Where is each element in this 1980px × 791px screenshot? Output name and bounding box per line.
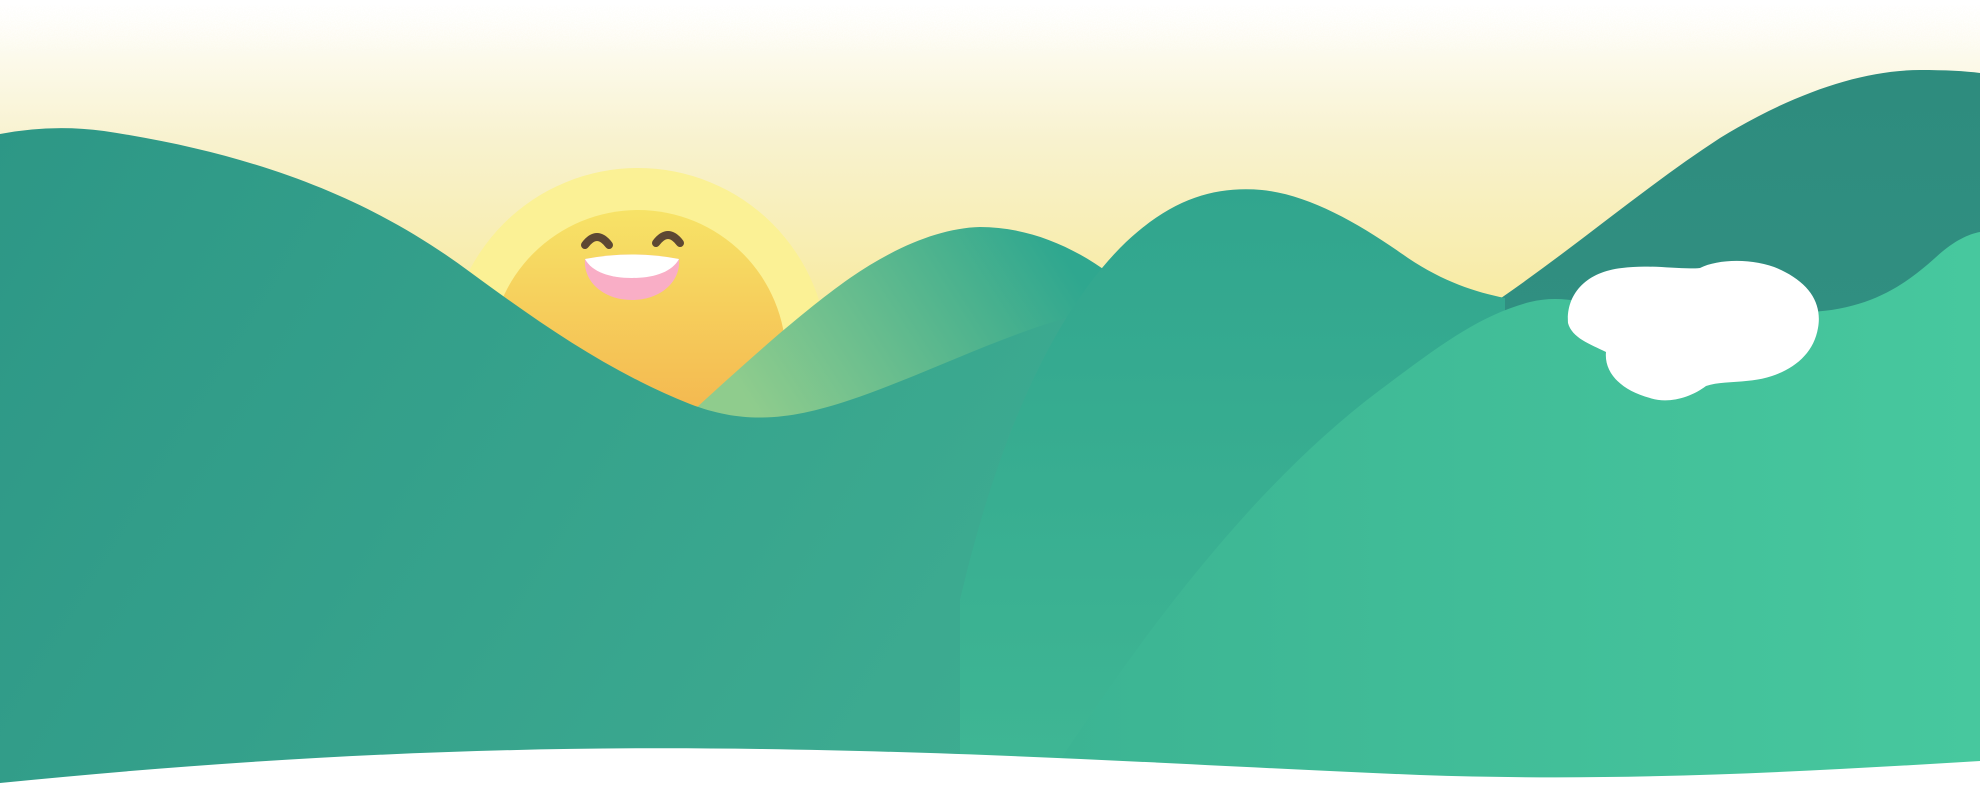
landscape-illustration: [0, 0, 1980, 791]
landscape-svg: [0, 0, 1980, 791]
grain-texture: [0, 0, 1980, 58]
